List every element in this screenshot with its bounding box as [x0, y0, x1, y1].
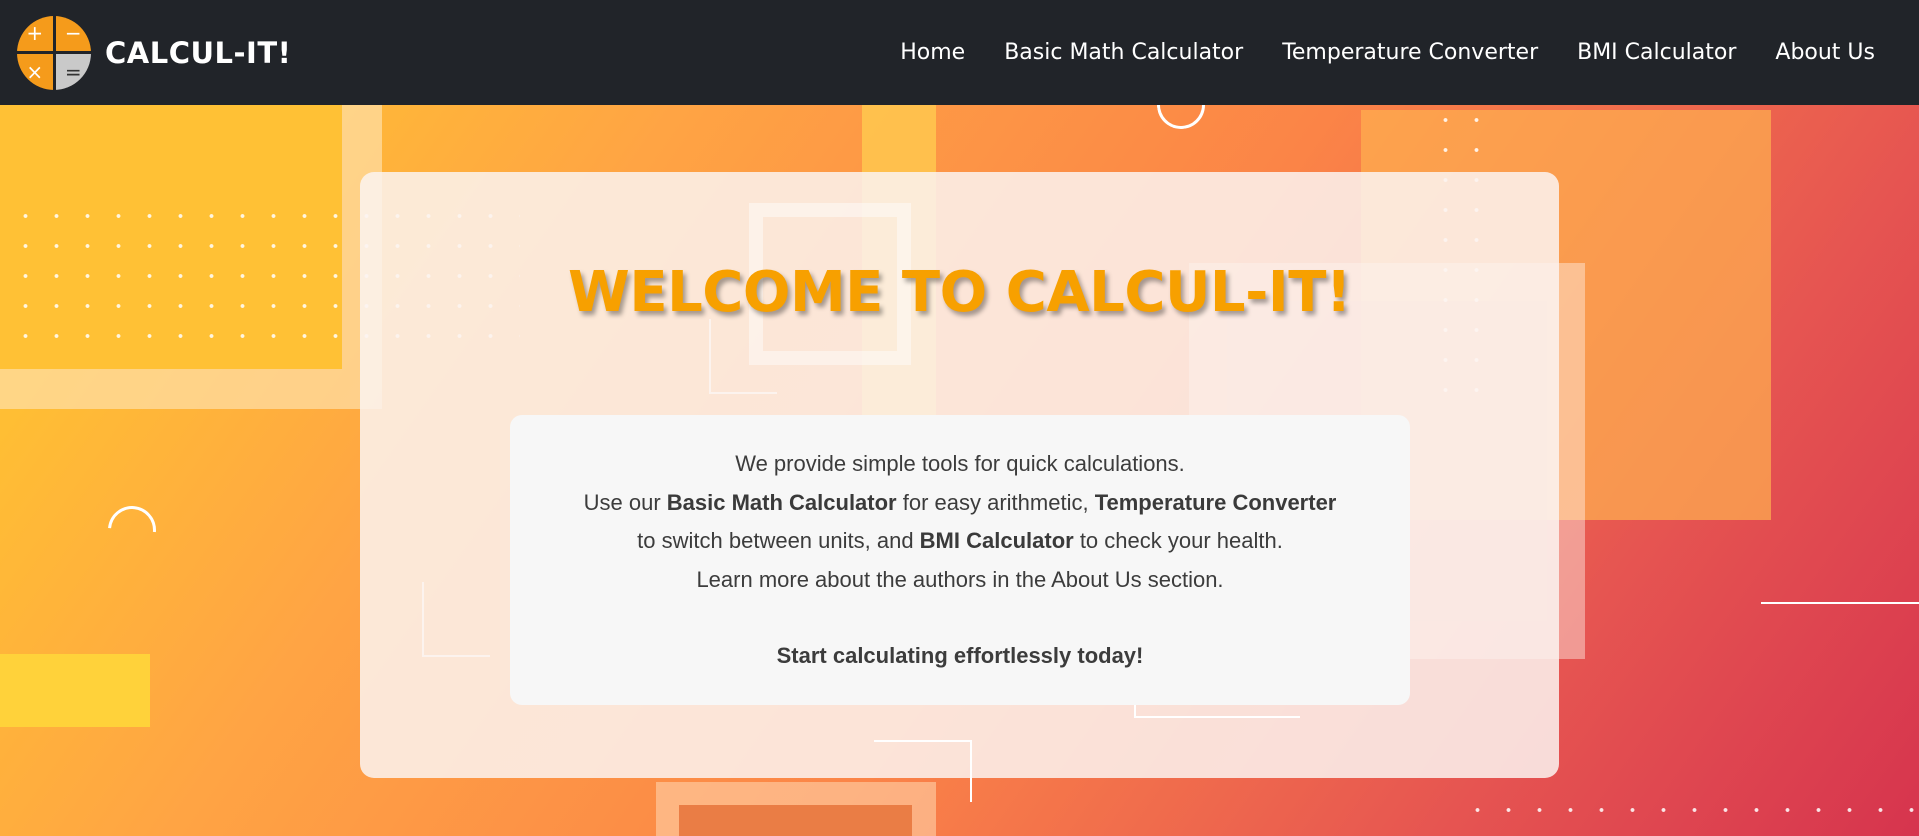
hero-section: WELCOME TO CALCUL-IT! We provide simple …: [0, 105, 1919, 836]
main-nav: Home Basic Math Calculator Temperature C…: [900, 0, 1919, 105]
welcome-card: WELCOME TO CALCUL-IT! We provide simple …: [360, 172, 1559, 802]
deco-circle-left: [98, 496, 166, 564]
logo-plus: +: [17, 15, 53, 51]
deco-dots-bottom-right: [1462, 795, 1919, 836]
nav-bmi-calculator[interactable]: BMI Calculator: [1577, 40, 1736, 65]
intro-line-1: We provide simple tools for quick calcul…: [735, 451, 1185, 476]
deco-square-bottom: [679, 805, 912, 836]
deco-dots-bottom: [362, 823, 424, 836]
intro-line-2: Use our Basic Math Calculator for easy a…: [583, 489, 1337, 515]
deco-yellow-block: [0, 654, 150, 727]
navbar: + − × = CALCUL-IT! Home Basic Math Calcu…: [0, 0, 1919, 105]
call-to-action: Start calculating effortlessly today!: [776, 643, 1144, 668]
nav-temperature-converter[interactable]: Temperature Converter: [1282, 40, 1538, 65]
nav-home[interactable]: Home: [900, 40, 965, 65]
logo-minus: −: [55, 15, 91, 51]
bmi-mention: BMI Calculator: [919, 528, 1074, 553]
calculator-logo-icon: + − × =: [17, 15, 91, 90]
nav-basic-math-calculator[interactable]: Basic Math Calculator: [1004, 40, 1243, 65]
brand-name[interactable]: CALCUL-IT!: [105, 36, 291, 70]
intro-line-3: to switch between units, and BMI Calcula…: [637, 528, 1283, 553]
deco-circle-top: [1153, 105, 1209, 133]
brand[interactable]: + − × = CALCUL-IT!: [17, 15, 291, 90]
temperature-converter-mention: Temperature Converter: [1094, 489, 1337, 515]
basic-math-mention: Basic Math Calculator: [666, 489, 897, 515]
logo-equals: =: [55, 54, 91, 90]
page-title: WELCOME TO CALCUL-IT!: [568, 260, 1351, 325]
logo-times: ×: [17, 54, 53, 90]
deco-line-right: [1761, 602, 1919, 604]
nav-about-us[interactable]: About Us: [1775, 40, 1875, 65]
intro-line-4: Learn more about the authors in the Abou…: [696, 566, 1224, 592]
intro-box: We provide simple tools for quick calcul…: [510, 415, 1410, 705]
